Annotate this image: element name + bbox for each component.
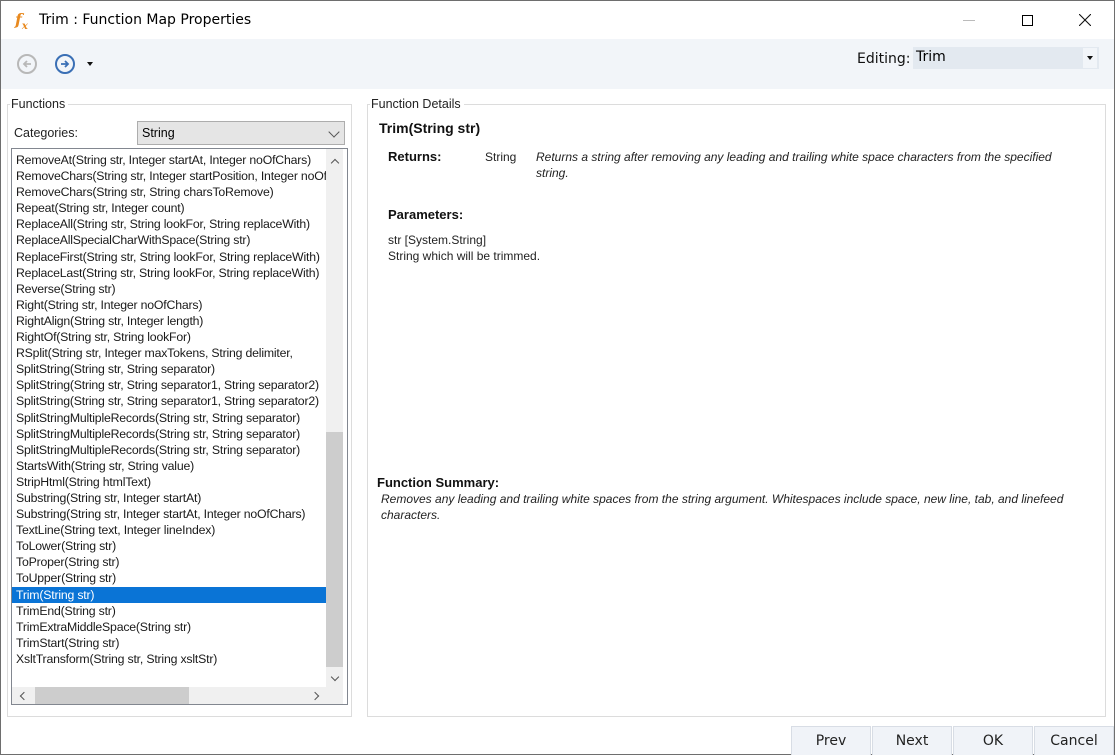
functions-list-items: RemoveAt(String str, Integer startAt, In… <box>12 152 326 667</box>
list-item[interactable]: ReplaceAllSpecialCharWithSpace(String st… <box>12 232 326 248</box>
chevron-left-icon <box>19 691 29 700</box>
vertical-scroll-thumb[interactable] <box>326 432 343 667</box>
categories-label: Categories: <box>14 126 78 140</box>
scroll-down-button[interactable] <box>326 670 343 687</box>
prev-button[interactable]: Prev <box>791 726 871 755</box>
maximize-icon <box>1021 14 1033 26</box>
parameter-description: String which will be trimmed. <box>388 249 541 263</box>
back-arrow-icon <box>22 60 31 68</box>
list-item[interactable]: TrimStart(String str) <box>12 635 326 651</box>
returns-label: Returns: <box>388 149 442 164</box>
chevron-right-icon <box>310 691 320 700</box>
categories-select[interactable]: String <box>137 121 345 145</box>
maximize-button[interactable] <box>1004 1 1050 39</box>
list-item[interactable]: ReplaceFirst(String str, String lookFor,… <box>12 249 326 265</box>
close-button[interactable] <box>1062 1 1108 39</box>
list-item-selected[interactable]: Trim(String str) <box>12 586 326 603</box>
function-details-legend: Function Details <box>370 97 464 111</box>
list-item[interactable]: ToUpper(String str) <box>12 570 326 586</box>
list-item[interactable]: ReplaceAll(String str, String lookFor, S… <box>12 216 326 232</box>
vertical-scrollbar[interactable] <box>326 149 343 687</box>
parameter-name: str [System.String] <box>388 233 487 247</box>
list-item[interactable]: TextLine(String text, Integer lineIndex) <box>12 522 326 538</box>
chevron-down-icon <box>330 672 339 682</box>
function-signature: Trim(String str) <box>379 120 481 136</box>
function-map-properties-window: fx Trim : Function Map Properties Editin… <box>0 0 1115 755</box>
list-item[interactable]: Reverse(String str) <box>12 281 326 297</box>
functions-group-legend: Functions <box>10 97 69 111</box>
list-item[interactable]: RSplit(String str, Integer maxTokens, St… <box>12 345 326 361</box>
title-bar[interactable]: fx Trim : Function Map Properties <box>1 1 1114 39</box>
list-item[interactable]: ToLower(String str) <box>12 538 326 554</box>
function-summary-text: Removes any leading and trailing white s… <box>381 492 1064 522</box>
list-item[interactable]: Right(String str, Integer noOfChars) <box>12 297 326 313</box>
scroll-up-button[interactable] <box>326 153 343 170</box>
ok-button[interactable]: OK <box>953 726 1033 755</box>
list-item[interactable]: ReplaceLast(String str, String lookFor, … <box>12 265 326 281</box>
list-item[interactable]: SplitString(String str, String separator… <box>12 377 326 393</box>
window-title: Trim : Function Map Properties <box>39 12 252 28</box>
list-item[interactable]: RemoveAt(String str, Integer startAt, In… <box>12 152 326 168</box>
list-item[interactable]: Substring(String str, Integer startAt) <box>12 490 326 506</box>
chevron-up-icon <box>330 158 339 168</box>
returns-description: Returns a string after removing any lead… <box>536 150 1052 180</box>
categories-select-value: String <box>142 126 175 140</box>
function-details-group: Function Details <box>367 97 1106 717</box>
forward-arrow-icon <box>61 60 70 68</box>
list-item[interactable]: SplitStringMultipleRecords(String str, S… <box>12 410 326 426</box>
editing-select-value: Trim <box>916 49 946 65</box>
list-item[interactable]: SplitString(String str, String separator… <box>12 361 326 377</box>
forward-button[interactable] <box>55 54 75 74</box>
list-item[interactable]: RemoveChars(String str, Integer startPos… <box>12 168 326 184</box>
back-button[interactable] <box>17 54 37 74</box>
list-item[interactable]: TrimEnd(String str) <box>12 603 326 619</box>
list-item[interactable]: StartsWith(String str, String value) <box>12 458 326 474</box>
horizontal-scroll-thumb[interactable] <box>35 687 189 704</box>
list-item[interactable]: TrimExtraMiddleSpace(String str) <box>12 619 326 635</box>
close-icon <box>1079 14 1091 26</box>
list-item[interactable]: RemoveChars(String str, String charsToRe… <box>12 184 326 200</box>
horizontal-scrollbar[interactable] <box>12 687 343 704</box>
list-item[interactable]: SplitString(String str, String separator… <box>12 393 326 409</box>
next-button[interactable]: Next <box>872 726 952 755</box>
editing-label: Editing: <box>857 51 911 67</box>
chevron-down-icon <box>328 126 340 138</box>
dropdown-arrow-icon[interactable] <box>1083 48 1097 68</box>
fx-function-icon: fx <box>15 10 28 33</box>
list-item[interactable]: RightAlign(String str, Integer length) <box>12 313 326 329</box>
list-item[interactable]: Repeat(String str, Integer count) <box>12 200 326 216</box>
list-item[interactable]: Substring(String str, Integer startAt, I… <box>12 506 326 522</box>
toolbar: Editing: Trim <box>1 39 1114 89</box>
editing-select[interactable]: Trim <box>913 47 1099 69</box>
scroll-right-button[interactable] <box>308 687 325 704</box>
list-item[interactable]: RightOf(String str, String lookFor) <box>12 329 326 345</box>
parameters-label: Parameters: <box>388 207 464 222</box>
history-dropdown-icon[interactable] <box>87 62 93 66</box>
list-item[interactable]: StripHtml(String htmlText) <box>12 474 326 490</box>
scroll-left-button[interactable] <box>14 687 31 704</box>
returns-type: String <box>485 150 517 164</box>
list-item[interactable]: SplitStringMultipleRecords(String str, S… <box>12 442 326 458</box>
cancel-button[interactable]: Cancel <box>1034 726 1114 755</box>
list-item[interactable]: ToProper(String str) <box>12 554 326 570</box>
list-item[interactable]: XsltTransform(String str, String xsltStr… <box>12 651 326 667</box>
functions-list[interactable]: RemoveAt(String str, Integer startAt, In… <box>11 148 348 705</box>
minimize-button[interactable] <box>946 1 992 39</box>
function-summary-label: Function Summary: <box>377 475 500 490</box>
list-item[interactable]: SplitStringMultipleRecords(String str, S… <box>12 426 326 442</box>
minimize-icon <box>963 19 975 21</box>
